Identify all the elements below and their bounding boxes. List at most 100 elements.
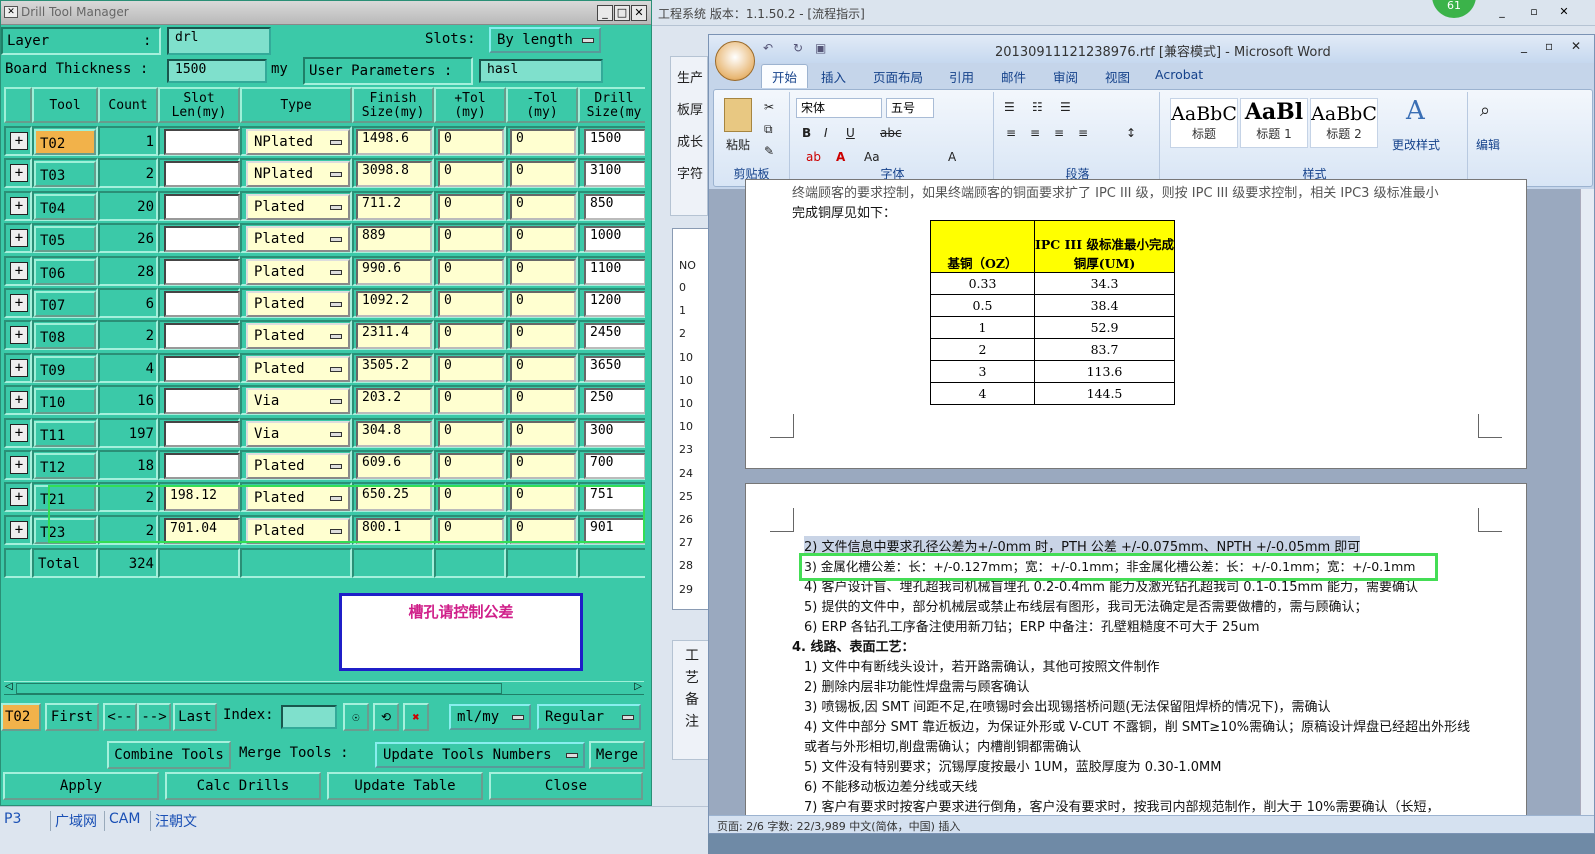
- word-minimize-icon[interactable]: _: [1521, 39, 1527, 53]
- finish-size-input[interactable]: 990.6: [356, 258, 432, 285]
- drill-size-input[interactable]: 300: [584, 420, 646, 447]
- type-select[interactable]: Via: [246, 388, 350, 415]
- expand-plus-icon[interactable]: +: [10, 391, 28, 410]
- plus-tol-input[interactable]: 0: [438, 388, 504, 415]
- edit-button[interactable]: 编辑: [1476, 136, 1500, 153]
- slot-length-input[interactable]: [164, 355, 240, 382]
- combine-tools-button[interactable]: Combine Tools: [107, 741, 231, 769]
- taskbar-item[interactable]: 汪朝文: [150, 811, 201, 831]
- next-button[interactable]: -->: [137, 703, 171, 731]
- minimize-icon[interactable]: _: [1494, 5, 1510, 21]
- finish-size-input[interactable]: 889: [356, 226, 432, 253]
- slot-length-input[interactable]: [164, 291, 240, 317]
- finish-size-input[interactable]: 3505.2: [356, 355, 432, 382]
- copy-icon[interactable]: ⧉: [764, 122, 773, 137]
- drill-size-input[interactable]: 3650: [584, 355, 646, 382]
- minus-tol-input[interactable]: 0: [510, 323, 576, 350]
- plus-tol-input[interactable]: 0: [438, 226, 504, 253]
- close-icon[interactable]: ✕: [631, 5, 647, 21]
- cut-icon[interactable]: ✂: [764, 100, 774, 114]
- tab-mailings[interactable]: 邮件: [1001, 67, 1026, 86]
- align-right-icon[interactable]: ≡: [1054, 126, 1064, 140]
- scroll-left-icon[interactable]: ◁: [5, 681, 13, 692]
- type-select[interactable]: Plated: [246, 323, 350, 350]
- expand-plus-icon[interactable]: +: [10, 132, 28, 150]
- finish-size-input[interactable]: 2311.4: [356, 323, 432, 350]
- expand-plus-icon[interactable]: +: [10, 294, 28, 312]
- style-heading-1[interactable]: AaBl 标题 1: [1240, 98, 1308, 148]
- word-restore-icon[interactable]: ▫: [1545, 39, 1553, 53]
- tab-acrobat[interactable]: Acrobat: [1155, 67, 1203, 82]
- tool-id[interactable]: T10: [34, 388, 96, 415]
- drill-size-input[interactable]: 3100: [584, 161, 646, 188]
- type-select[interactable]: Plated: [246, 193, 350, 220]
- slot-length-input[interactable]: [164, 193, 240, 220]
- update-table-button[interactable]: Update Table: [327, 772, 483, 800]
- layer-input[interactable]: drl: [167, 27, 271, 55]
- plus-tol-input[interactable]: 0: [438, 355, 504, 382]
- type-select[interactable]: Plated: [246, 355, 350, 382]
- close-button[interactable]: Close: [489, 772, 643, 800]
- slot-length-input[interactable]: [164, 129, 240, 155]
- type-select[interactable]: NPlated: [246, 129, 350, 155]
- type-select[interactable]: Plated: [246, 226, 350, 253]
- minus-tol-input[interactable]: 0: [510, 291, 576, 317]
- plus-tol-input[interactable]: 0: [438, 129, 504, 155]
- line-spacing-icon[interactable]: ↕: [1126, 126, 1136, 140]
- highlight-icon[interactable]: ab: [806, 150, 821, 164]
- minus-tol-input[interactable]: 0: [510, 420, 576, 447]
- drill-size-input[interactable]: 250: [584, 388, 646, 415]
- justify-icon[interactable]: ≡: [1078, 126, 1088, 140]
- find-binoculars-icon[interactable]: ⌕: [1480, 100, 1490, 121]
- slot-length-input[interactable]: [164, 226, 240, 253]
- bold-icon[interactable]: B: [802, 126, 811, 140]
- minus-tol-input[interactable]: 0: [510, 193, 576, 220]
- type-select[interactable]: Plated: [246, 453, 350, 479]
- type-select[interactable]: Via: [246, 420, 350, 447]
- drill-size-input[interactable]: 1500: [584, 129, 646, 155]
- align-left-icon[interactable]: ≡: [1006, 126, 1016, 140]
- apply-button[interactable]: Apply: [3, 772, 159, 800]
- paste-icon[interactable]: [724, 98, 752, 132]
- tab-home[interactable]: 开始: [761, 64, 809, 88]
- minus-tol-input[interactable]: 0: [510, 161, 576, 188]
- tool-id[interactable]: T09: [34, 355, 96, 382]
- word-close-icon[interactable]: ✕: [1571, 39, 1581, 53]
- align-center-icon[interactable]: ≡: [1030, 126, 1040, 140]
- slots-select[interactable]: By length: [489, 27, 601, 53]
- tool-id[interactable]: T02: [34, 129, 96, 155]
- update-tools-numbers-select[interactable]: Update Tools Numbers: [375, 742, 585, 768]
- finish-size-input[interactable]: 711.2: [356, 193, 432, 220]
- finish-size-input[interactable]: 203.2: [356, 388, 432, 415]
- tool-id[interactable]: T12: [34, 453, 96, 479]
- style-normal[interactable]: AaBbC 标题: [1170, 98, 1238, 148]
- tab-insert[interactable]: 插入: [821, 67, 846, 86]
- drill-size-input[interactable]: 1200: [584, 291, 646, 317]
- slot-length-input[interactable]: [164, 453, 240, 479]
- prev-button[interactable]: <--: [103, 703, 137, 731]
- type-select[interactable]: NPlated: [246, 161, 350, 188]
- minus-tol-input[interactable]: 0: [510, 258, 576, 285]
- board-thickness-input[interactable]: 1500: [167, 59, 267, 83]
- font-size-select[interactable]: 五号: [886, 98, 934, 118]
- paste-button[interactable]: 粘贴: [726, 136, 750, 153]
- type-select[interactable]: Plated: [246, 291, 350, 317]
- multilevel-list-icon[interactable]: ☰: [1060, 100, 1071, 114]
- taskbar-item[interactable]: P3: [0, 811, 25, 831]
- bullets-icon[interactable]: ☰: [1004, 100, 1015, 114]
- minus-tol-input[interactable]: 0: [510, 388, 576, 415]
- type-select[interactable]: Plated: [246, 258, 350, 285]
- finish-size-input[interactable]: 1498.6: [356, 129, 432, 155]
- expand-plus-icon[interactable]: +: [10, 456, 28, 474]
- font-color-icon[interactable]: A: [836, 150, 845, 164]
- vertical-scrollbar[interactable]: [645, 57, 651, 697]
- drill-size-input[interactable]: 1000: [584, 226, 646, 253]
- style-heading-2[interactable]: AaBbC 标题 2: [1310, 98, 1378, 148]
- quick-access-undo-icon[interactable]: ↶: [763, 41, 773, 55]
- minus-tol-input[interactable]: 0: [510, 453, 576, 479]
- expand-plus-icon[interactable]: +: [10, 520, 28, 539]
- index-input[interactable]: [281, 705, 337, 729]
- finish-size-input[interactable]: 1092.2: [356, 291, 432, 317]
- expand-plus-icon[interactable]: +: [10, 326, 28, 345]
- tab-review[interactable]: 审阅: [1053, 67, 1078, 86]
